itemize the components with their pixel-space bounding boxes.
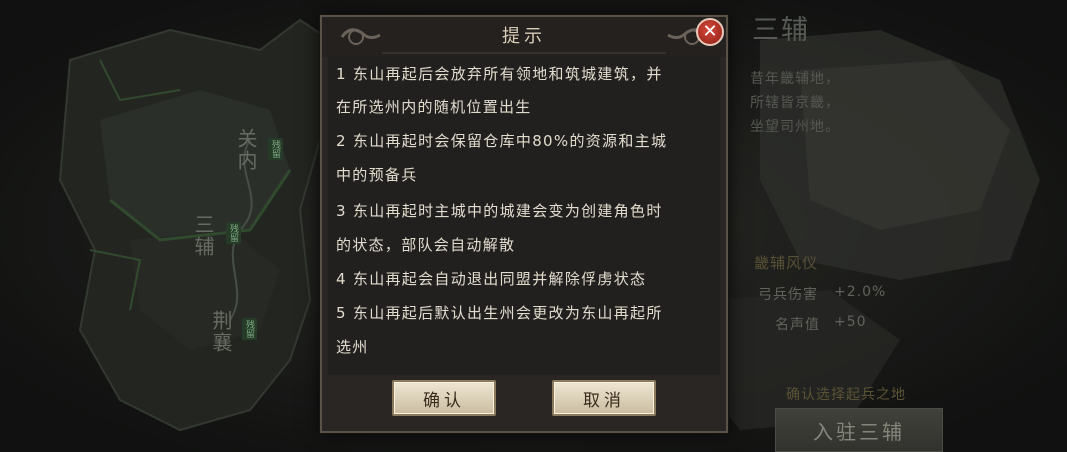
- close-icon: ✕: [702, 21, 718, 42]
- tip-line: 1 东山再起后会放弃所有领地和筑城建筑，并: [336, 65, 663, 83]
- confirm-button[interactable]: 确认: [392, 380, 496, 416]
- cancel-button[interactable]: 取消: [552, 380, 656, 416]
- tip-line: 5 东山再起后默认出生州会更改为东山再起所: [336, 304, 663, 322]
- close-button[interactable]: ✕: [696, 18, 724, 46]
- tip-line: 2 东山再起时会保留仓库中80%的资源和主城: [336, 132, 668, 150]
- tip-line: 在所选州内的随机位置出生: [336, 98, 532, 116]
- dialog-title-bar: 提示: [322, 17, 726, 57]
- tip-line: 选州: [336, 338, 369, 356]
- tip-line: 中的预备兵: [336, 166, 418, 184]
- tip-line: 的状态，部队会自动解散: [336, 236, 516, 254]
- tip-line: 3 东山再起时主城中的城建会变为创建角色时: [336, 202, 663, 220]
- dialog-title: 提示: [502, 26, 546, 47]
- tip-line: 4 东山再起会自动退出同盟并解除俘虏状态: [336, 270, 647, 288]
